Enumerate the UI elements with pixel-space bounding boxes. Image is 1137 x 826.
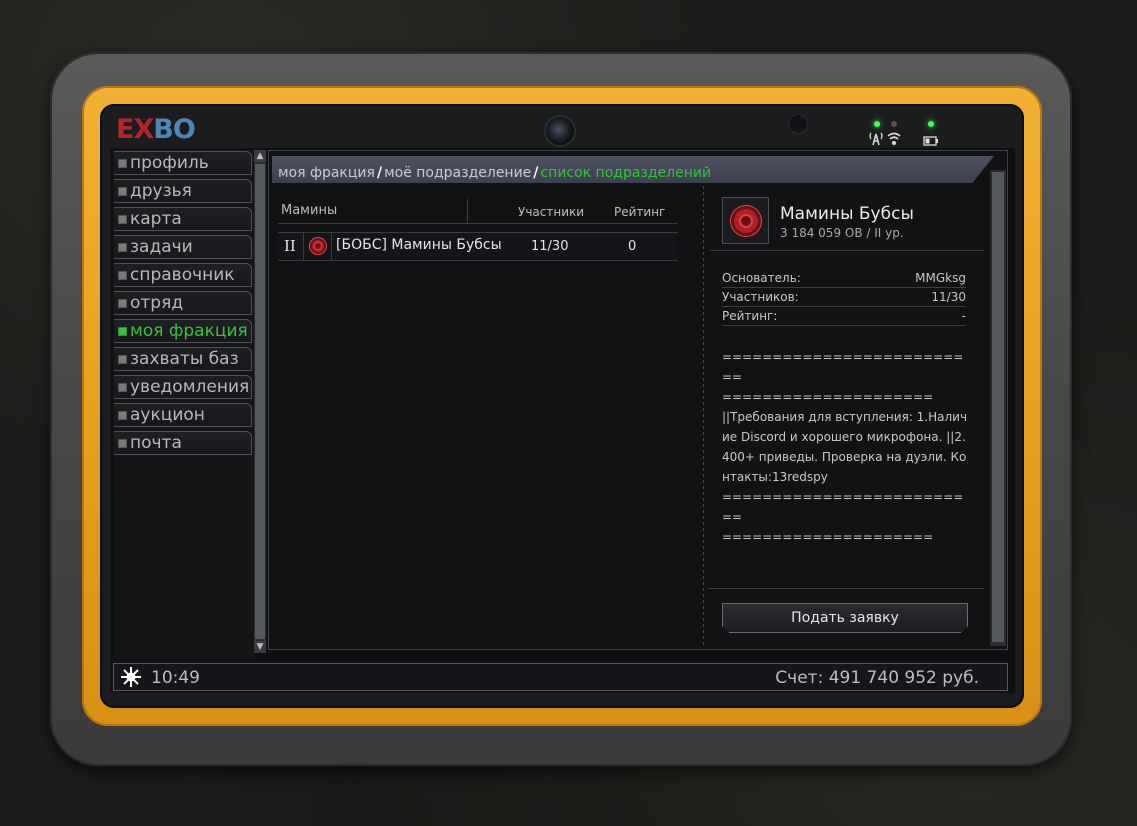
info-label: Участников:: [722, 289, 799, 304]
faction-description: ========================== =============…: [722, 350, 968, 544]
sidebar-item-label: друзья: [130, 181, 192, 201]
list-header: Мамины Участники Рейтинг: [278, 199, 678, 224]
info-label: Основатель:: [722, 270, 801, 285]
square-bullet-icon: [118, 214, 127, 224]
scrollbar-thumb[interactable]: [992, 172, 1004, 642]
detail-subtitle: 3 184 059 ОВ / II ур.: [780, 226, 904, 240]
info-row-founder: Основатель: MMGksg: [722, 268, 966, 288]
battery-led-icon: [928, 121, 934, 127]
sidebar-item-auction[interactable]: аукцион: [114, 403, 252, 427]
faction-emblem-icon: [310, 238, 326, 254]
wifi-icon: [886, 130, 902, 150]
info-row-members: Участников: 11/30: [722, 287, 966, 307]
breadcrumb-my-unit[interactable]: моё подразделение: [384, 165, 531, 181]
cell-separator: [331, 233, 332, 260]
square-bullet-icon: [118, 242, 127, 252]
sidebar-item-label: уведомления: [130, 377, 250, 397]
square-bullet-icon: [118, 438, 127, 448]
scrollbar-thumb[interactable]: [255, 164, 265, 639]
account-balance: Счет: 491 740 952 руб.: [775, 668, 979, 688]
sidebar-item-profile[interactable]: профиль: [114, 151, 252, 175]
column-rating[interactable]: Рейтинг: [614, 205, 665, 219]
sidebar-item-label: почта: [130, 433, 182, 453]
faction-rating: 0: [628, 239, 637, 254]
sidebar-item-mail[interactable]: почта: [114, 431, 252, 455]
square-bullet-icon: [118, 382, 127, 392]
divider: [708, 588, 984, 589]
sidebar-item-label: справочник: [130, 265, 235, 285]
panel-divider: [703, 186, 704, 646]
info-value: MMGksg: [915, 270, 966, 285]
camera-icon: [546, 117, 574, 145]
detail-title: Мамины Бубсы: [780, 204, 914, 224]
exbo-logo: EXBO: [116, 114, 196, 145]
column-separator: [467, 199, 468, 223]
breadcrumb: моя фракция / моё подразделение / список под…: [278, 165, 711, 181]
square-bullet-icon: [118, 354, 127, 364]
faction-name: [БОБС] Мамины Бубсы: [336, 237, 502, 253]
apply-button[interactable]: Подать заявку: [722, 603, 968, 633]
scroll-up-icon[interactable]: ▲: [254, 150, 266, 162]
breadcrumb-separator: /: [376, 165, 383, 181]
sidebar-item-my-faction[interactable]: моя фракция: [114, 319, 252, 343]
square-bullet-icon: [118, 270, 127, 280]
info-value: 11/30: [931, 289, 966, 304]
sidebar-item-label: моя фракция: [130, 321, 248, 341]
sidebar-item-map[interactable]: карта: [114, 207, 252, 231]
column-name[interactable]: Мамины: [281, 203, 337, 218]
square-bullet-icon: [118, 326, 127, 336]
column-members[interactable]: Участники: [518, 205, 584, 219]
scroll-down-icon[interactable]: ▼: [254, 641, 266, 653]
breadcrumb-separator: /: [533, 165, 539, 181]
sensor-icon: [789, 115, 807, 133]
square-bullet-icon: [118, 298, 127, 308]
faction-emblem-icon: [722, 197, 769, 244]
square-bullet-icon: [118, 158, 127, 168]
sidebar-scrollbar[interactable]: ▲ ▼: [254, 150, 266, 653]
sidebar-item-reference[interactable]: справочник: [114, 263, 252, 287]
breadcrumb-my-faction[interactable]: моя фракция: [278, 165, 375, 181]
sidebar-item-friends[interactable]: друзья: [114, 179, 252, 203]
breadcrumb-current: список подразделений: [540, 165, 712, 181]
rank-level: II: [284, 237, 296, 255]
cell-separator: [303, 233, 304, 260]
sidebar-item-label: задачи: [130, 237, 193, 257]
main-scrollbar[interactable]: [990, 170, 1006, 646]
info-value: -: [961, 308, 966, 323]
table-row[interactable]: II [БОБС] Мамины Бубсы 11/30 0: [278, 232, 678, 261]
info-label: Рейтинг:: [722, 308, 778, 323]
square-bullet-icon: [118, 410, 127, 420]
sidebar-item-label: карта: [130, 209, 182, 229]
sidebar-item-label: отряд: [130, 293, 184, 313]
sun-icon: [120, 666, 142, 693]
sidebar-item-label: захваты баз: [130, 349, 239, 369]
sidebar-item-label: аукцион: [130, 405, 205, 425]
sidebar-item-label: профиль: [130, 153, 209, 173]
antenna-icon: [868, 130, 884, 150]
square-bullet-icon: [118, 186, 127, 196]
sidebar-item-base-captures[interactable]: захваты баз: [114, 347, 252, 371]
sidebar-item-notifications[interactable]: уведомления: [114, 375, 252, 399]
signal-led-icon: [874, 121, 880, 127]
status-bar: 10:49 Счет: 491 740 952 руб.: [113, 663, 1008, 691]
wifi-led-icon: [891, 121, 897, 127]
faction-members: 11/30: [531, 239, 569, 254]
clock-time: 10:49: [151, 668, 200, 688]
info-row-rating: Рейтинг: -: [722, 306, 966, 326]
sidebar-item-squad[interactable]: отряд: [114, 291, 252, 315]
sidebar-item-tasks[interactable]: задачи: [114, 235, 252, 259]
